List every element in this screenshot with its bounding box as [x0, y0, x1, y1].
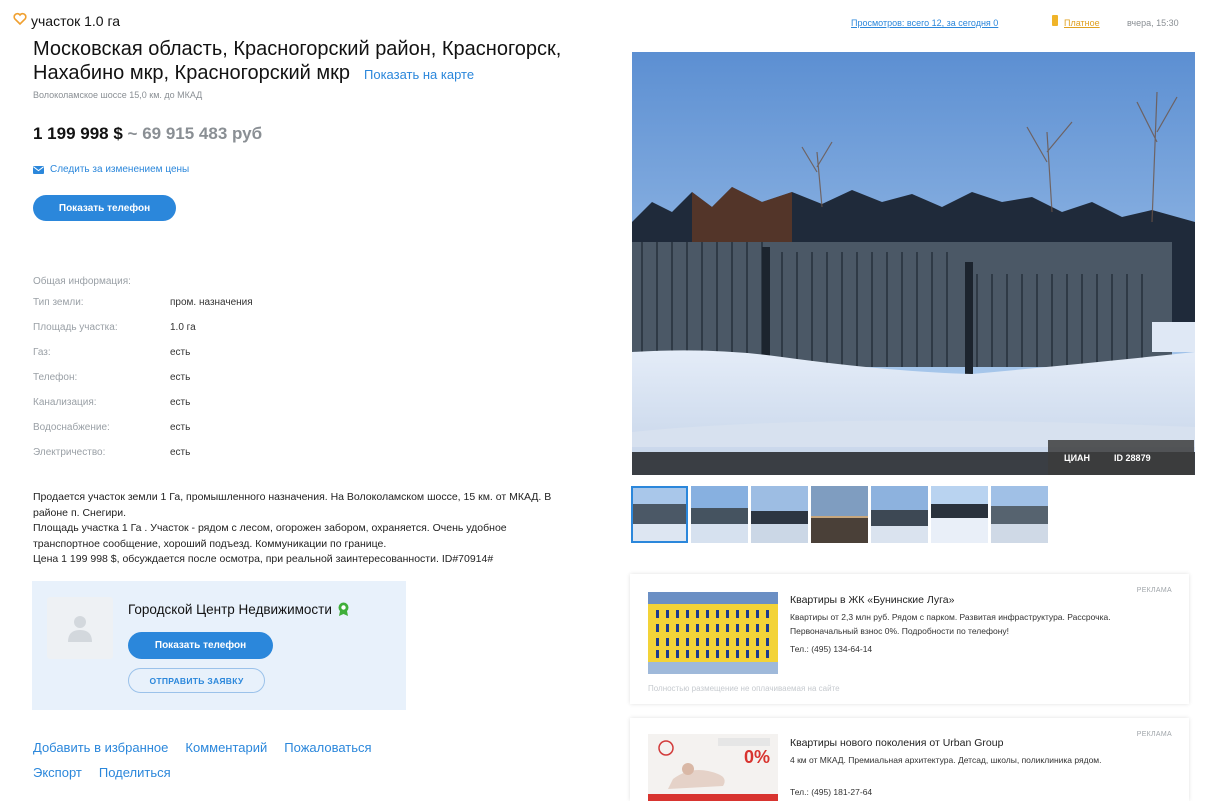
- paid-badge[interactable]: Платное: [1064, 18, 1100, 28]
- info-label: Канализация:: [33, 397, 97, 408]
- info-row: Газ: есть: [33, 347, 253, 372]
- show-on-map-link[interactable]: Показать на карте: [364, 67, 474, 82]
- show-phone-button[interactable]: Показать телефон: [33, 195, 176, 221]
- info-row: Площадь участка: 1.0 га: [33, 322, 253, 347]
- price: 1 199 998 $ ~ 69 915 483 руб: [33, 124, 262, 144]
- highway-distance: Волоколамское шоссе 15,0 км. до МКАД: [33, 90, 203, 100]
- ad-phone: Тел.: (495) 181-27-64: [790, 787, 873, 797]
- publish-date: вчера, 15:30: [1127, 18, 1179, 28]
- object-type: участок 1.0 га: [31, 13, 121, 29]
- agent-name-text: Городской Центр Недвижимости: [128, 602, 332, 617]
- info-row: Канализация: есть: [33, 397, 253, 422]
- photo-thumbnail[interactable]: [991, 486, 1048, 543]
- coin-icon: [1052, 15, 1058, 26]
- info-label: Газ:: [33, 347, 51, 358]
- info-value: есть: [170, 447, 191, 458]
- info-value: пром. назначения: [170, 297, 253, 308]
- photo-thumbnail[interactable]: [931, 486, 988, 543]
- price-usd: 1 199 998 $: [33, 124, 123, 143]
- photo-thumbnail[interactable]: [631, 486, 688, 543]
- mail-icon: [33, 165, 44, 174]
- add-to-favorites-link[interactable]: Добавить в избранное: [33, 740, 168, 755]
- ad-footer: Полностью размещение не оплачиваемая на …: [648, 684, 840, 693]
- general-info: Общая информация: Тип земли: пром. назнач…: [33, 276, 253, 472]
- info-label: Электричество:: [33, 447, 106, 458]
- ad-image: [648, 592, 778, 674]
- photo-thumbnail[interactable]: [751, 486, 808, 543]
- info-value: есть: [170, 422, 191, 433]
- follow-price-link[interactable]: Следить за изменением цены: [33, 164, 189, 175]
- ad-phone: Тел.: (495) 134-64-14: [790, 644, 873, 654]
- address-text: Московская область, Красногорский район,…: [33, 38, 562, 84]
- views-counter[interactable]: Просмотров: всего 12, за сегодня 0: [851, 18, 998, 28]
- info-row: Водоснабжение: есть: [33, 422, 253, 447]
- cian-logo: ЦИАН: [1064, 452, 1091, 463]
- info-row: Тип земли: пром. назначения: [33, 297, 253, 322]
- ad-card[interactable]: 0% РЕКЛАМА Квартиры нового поколения от …: [630, 718, 1189, 801]
- agent-show-phone-button[interactable]: Показать телефон: [128, 632, 273, 659]
- info-label: Водоснабжение:: [33, 422, 110, 433]
- agent-name[interactable]: Городской Центр Недвижимости: [128, 602, 350, 617]
- info-label: Площадь участка:: [33, 322, 118, 333]
- photo-thumbnail[interactable]: [691, 486, 748, 543]
- info-row: Электричество: есть: [33, 447, 253, 472]
- comment-link[interactable]: Комментарий: [185, 740, 267, 755]
- heart-icon[interactable]: [13, 12, 27, 26]
- export-link[interactable]: Экспорт: [33, 765, 82, 780]
- ad-title[interactable]: Квартиры в ЖК «Бунинские Луга»: [790, 594, 954, 606]
- ad-discount: 0%: [744, 747, 771, 767]
- user-icon: [68, 616, 92, 642]
- info-row: Телефон: есть: [33, 372, 253, 397]
- info-label: Телефон:: [33, 372, 78, 383]
- complain-link[interactable]: Пожаловаться: [284, 740, 371, 755]
- ad-title[interactable]: Квартиры нового поколения от Urban Group: [790, 737, 1003, 749]
- avatar: [47, 597, 113, 659]
- send-request-button[interactable]: ОТПРАВИТЬ ЗАЯВКУ: [128, 668, 265, 693]
- price-rub: ~ 69 915 483 руб: [127, 124, 263, 143]
- verified-badge-icon: [338, 602, 349, 616]
- description: Продается участок земли 1 Га, промышленн…: [33, 490, 573, 568]
- description-paragraph: Цена 1 199 998 $, обсуждается после осмо…: [33, 553, 494, 565]
- info-value: есть: [170, 347, 191, 358]
- ad-label: РЕКЛАМА: [1136, 731, 1172, 738]
- info-value: есть: [170, 372, 191, 383]
- info-value: есть: [170, 397, 191, 408]
- photo-thumbnail[interactable]: [811, 486, 868, 543]
- ad-label: РЕКЛАМА: [1136, 587, 1172, 594]
- ad-text: 4 км от МКАД. Премиальная архитектура. Д…: [790, 755, 1102, 765]
- action-links: Добавить в избранное Комментарий Пожаловат…: [33, 735, 413, 785]
- photo-watermark: ЦИАН ID 28879: [1048, 440, 1194, 475]
- land-photo: [632, 52, 1195, 475]
- agent-card: Городской Центр Недвижимости Показать те…: [32, 581, 406, 710]
- description-paragraph: Площадь участка 1 Га . Участок - рядом с…: [33, 522, 507, 550]
- share-link[interactable]: Поделиться: [99, 765, 171, 780]
- photo-id: ID 28879: [1114, 452, 1151, 463]
- ad-text: Квартиры от 2,3 млн руб. Рядом с парком.…: [790, 612, 1111, 636]
- description-paragraph: Продается участок земли 1 Га, промышленн…: [33, 491, 552, 519]
- photo-thumbnail[interactable]: [871, 486, 928, 543]
- photo-thumbnails: [631, 486, 1048, 543]
- follow-price-label: Следить за изменением цены: [50, 164, 190, 175]
- main-photo[interactable]: [632, 52, 1195, 475]
- page-title: Московская область, Красногорский район,…: [33, 37, 603, 87]
- info-title: Общая информация:: [33, 276, 131, 287]
- ad-image: 0%: [648, 734, 778, 801]
- ad-card[interactable]: РЕКЛАМА Квартиры в ЖК «Бунинские Луга» К…: [630, 574, 1189, 704]
- info-value: 1.0 га: [170, 322, 196, 333]
- info-label: Тип земли:: [33, 297, 84, 308]
